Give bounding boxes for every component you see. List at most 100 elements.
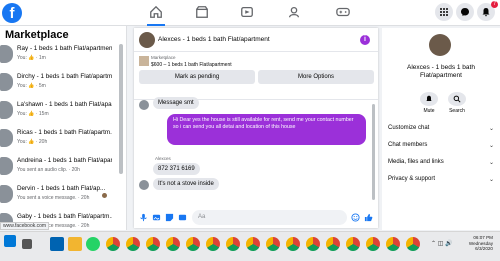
edge-browser-icon[interactable] — [50, 237, 64, 251]
chrome-icon[interactable] — [386, 237, 400, 251]
more-options-button[interactable]: More Options — [258, 70, 374, 84]
gif-icon[interactable] — [177, 212, 187, 222]
outgoing-message: Hi Dear yes the house is still available… — [167, 114, 366, 145]
avatar[interactable] — [139, 32, 155, 48]
read-receipt-avatar — [102, 193, 107, 198]
chrome-icon[interactable] — [106, 237, 120, 251]
messenger-icon[interactable] — [456, 3, 474, 21]
conversation-name: Ricas - 1 beds 1 bath Flat/apartm... — [17, 129, 112, 136]
chat-window: Alexces - 1 beds 1 bath Flat/apartment i… — [134, 28, 378, 228]
windows-taskbar: ⌃ ◫ 🔊 06:07 PM Wednesday 6/3/2020 — [0, 231, 500, 261]
system-tray-icons[interactable]: ⌃ ◫ 🔊 — [431, 240, 453, 247]
active-tab-indicator — [147, 24, 165, 26]
microphone-icon[interactable] — [138, 212, 148, 222]
media-files-links-row[interactable]: Media, files and links ⌄ — [388, 159, 498, 166]
message-composer: Aa — [134, 208, 378, 228]
message-scrollbar[interactable] — [372, 104, 375, 200]
avatar — [0, 157, 13, 175]
avatar — [0, 73, 13, 91]
chrome-icon[interactable] — [366, 237, 380, 251]
chevron-down-icon: ⌄ — [488, 143, 494, 149]
listing-price[interactable]: $600 – 1 beds 1 bath Flat/apartment — [151, 62, 232, 68]
incoming-message: It's not a stove inside — [153, 178, 219, 190]
chrome-icon[interactable] — [306, 237, 320, 251]
task-view-icon[interactable] — [22, 239, 32, 249]
mark-as-pending-button[interactable]: Mark as pending — [139, 70, 255, 84]
conversation-item[interactable]: La'shawn - 1 beds 1 bath Flat/apart... Y… — [0, 99, 117, 125]
chrome-icon[interactable] — [226, 237, 240, 251]
search-label: Search — [449, 108, 465, 114]
notifications-badge: 7 — [491, 1, 498, 8]
notifications-icon[interactable]: 7 — [477, 1, 498, 21]
chrome-icon[interactable] — [186, 237, 200, 251]
chrome-icon[interactable] — [166, 237, 180, 251]
customize-chat-row[interactable]: Customize chat ⌄ — [388, 125, 498, 132]
conversation-preview: You sent a voice message. · 20h — [17, 195, 90, 201]
sidebar-scrollbar[interactable] — [119, 44, 123, 174]
gaming-icon[interactable] — [334, 4, 352, 20]
avatar — [139, 100, 149, 110]
chevron-down-icon: ⌄ — [488, 177, 494, 183]
info-icon[interactable]: i — [360, 35, 370, 45]
row-label: Chat members — [388, 142, 428, 148]
watch-icon[interactable] — [238, 4, 256, 20]
avatar[interactable] — [429, 34, 451, 56]
chrome-icon[interactable] — [286, 237, 300, 251]
chrome-icon[interactable] — [206, 237, 220, 251]
chevron-down-icon: ⌄ — [488, 126, 494, 132]
clock[interactable]: 06:07 PM Wednesday 6/3/2020 — [455, 235, 493, 252]
conversation-item[interactable]: Ricas - 1 beds 1 bath Flat/apartm... You… — [0, 127, 117, 153]
privacy-support-row[interactable]: Privacy & support ⌄ — [388, 176, 498, 183]
conversation-name: Dirchy - 1 beds 1 bath Flat/apartment — [17, 73, 112, 80]
mute-button[interactable] — [420, 92, 438, 106]
conversation-preview: You: 👍 · 1m — [17, 55, 46, 61]
listing-source: Marketplace — [151, 55, 176, 60]
home-icon[interactable] — [147, 4, 165, 20]
mute-label: Mute — [423, 108, 435, 114]
menu-icon[interactable] — [435, 3, 453, 21]
chrome-icon[interactable] — [146, 237, 160, 251]
image-icon[interactable] — [151, 212, 161, 222]
conversation-name: Gaby - 1 beds 1 bath Flat/apartm... — [17, 213, 112, 220]
search-button[interactable] — [448, 92, 466, 106]
chat-header: Alexces - 1 beds 1 bath Flat/apartment i — [134, 28, 378, 52]
listing-card: Marketplace $600 – 1 beds 1 bath Flat/ap… — [134, 52, 378, 100]
chrome-icon[interactable] — [346, 237, 360, 251]
chrome-icon[interactable] — [246, 237, 260, 251]
conversation-preview: You sent an audio clip. · 20h — [17, 167, 80, 173]
store-icon[interactable] — [193, 4, 211, 20]
conversation-item[interactable]: Ray - 1 beds 1 bath Flat/apartment You: … — [0, 43, 117, 69]
row-label: Customize chat — [388, 125, 430, 131]
chrome-icon[interactable] — [266, 237, 280, 251]
chat-members-row[interactable]: Chat members ⌄ — [388, 142, 498, 149]
like-icon[interactable] — [363, 212, 373, 222]
conversation-item[interactable]: Dervin - 1 beds 1 bath Flat/ap... You se… — [0, 183, 117, 209]
chrome-icon[interactable] — [126, 237, 140, 251]
conversation-name: Ray - 1 beds 1 bath Flat/apartment — [17, 45, 112, 52]
conversation-item[interactable]: Andreina - 1 beds 1 bath Flat/apart... Y… — [0, 155, 117, 181]
conversation-name: La'shawn - 1 beds 1 bath Flat/apart... — [17, 101, 112, 108]
conversation-preview: You: 👍 · 5m — [17, 83, 46, 89]
marketplace-sidebar: Marketplace Ray - 1 beds 1 bath Flat/apa… — [0, 26, 127, 230]
file-explorer-icon[interactable] — [68, 237, 82, 251]
chrome-icon[interactable] — [406, 237, 420, 251]
facebook-logo[interactable]: f — [2, 3, 22, 23]
sticker-icon[interactable] — [164, 212, 174, 222]
incoming-message: Message smt — [153, 97, 199, 109]
avatar — [0, 45, 13, 63]
chevron-down-icon: ⌄ — [488, 160, 494, 166]
sidebar-title: Marketplace — [5, 29, 69, 41]
whatsapp-icon[interactable] — [86, 237, 100, 251]
incoming-message: 872 371 6169 — [153, 163, 200, 175]
emoji-icon[interactable] — [350, 212, 360, 222]
conversation-item[interactable]: Dirchy - 1 beds 1 bath Flat/apartment Yo… — [0, 71, 117, 97]
listing-thumbnail[interactable] — [139, 56, 149, 66]
message-input[interactable]: Aa — [192, 210, 347, 225]
status-url: www.facebook.com — [0, 222, 50, 230]
start-button-icon[interactable] — [4, 235, 16, 247]
chat-title[interactable]: Alexces - 1 beds 1 bath Flat/apartment — [158, 36, 270, 43]
groups-icon[interactable] — [285, 4, 303, 20]
chrome-icon[interactable] — [326, 237, 340, 251]
conversation-preview: You: 👍 · 20h — [17, 139, 48, 145]
conversation-name: Andreina - 1 beds 1 bath Flat/apart... — [17, 157, 112, 164]
